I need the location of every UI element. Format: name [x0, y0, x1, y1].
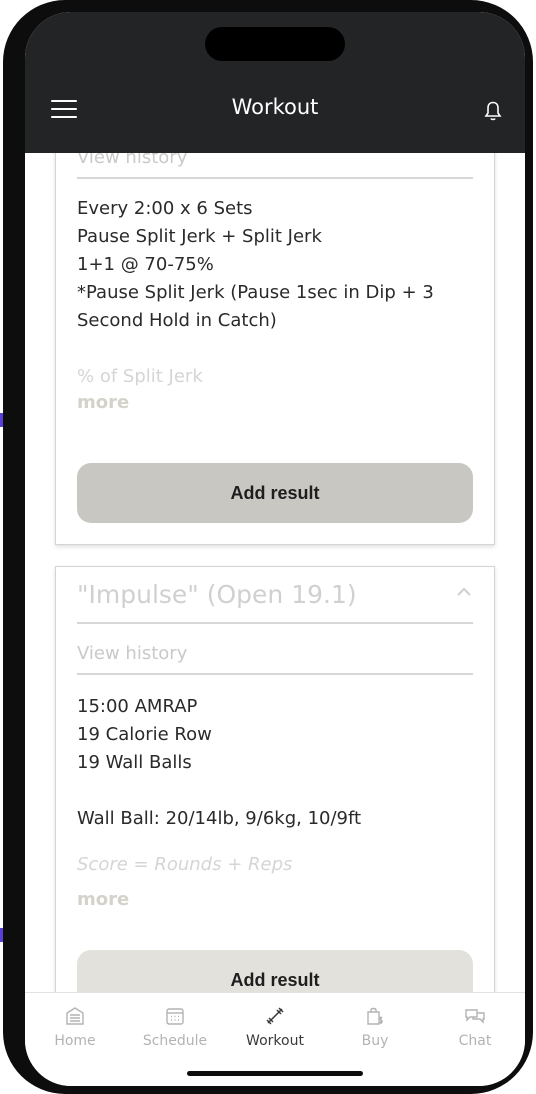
workout-card: View history Every 2:00 x 6 Sets Pause S… — [55, 153, 495, 545]
add-result-button[interactable]: Add result — [77, 463, 473, 523]
tab-label: Workout — [246, 1033, 304, 1049]
home-icon — [66, 1007, 84, 1025]
dynamic-island — [205, 27, 345, 61]
workout-feed[interactable]: View history Every 2:00 x 6 Sets Pause S… — [25, 153, 525, 992]
tab-workout[interactable]: Workout — [225, 1005, 325, 1049]
view-history-link[interactable]: View history — [77, 643, 473, 675]
description-line: 19 Calorie Row — [77, 724, 212, 745]
card-header[interactable]: "Impulse" (Open 19.1) — [77, 567, 473, 624]
faded-description-line: % of Split Jerk — [77, 366, 203, 387]
shopping-bag-icon — [367, 1007, 383, 1025]
more-link[interactable]: more — [77, 392, 129, 413]
home-indicator[interactable] — [187, 1071, 363, 1076]
tab-label: Buy — [361, 1033, 389, 1049]
description-line — [77, 777, 477, 805]
add-result-button[interactable]: Add result — [77, 950, 473, 992]
dumbbell-icon — [266, 1007, 284, 1025]
tab-label: Schedule — [142, 1033, 208, 1049]
more-link[interactable]: more — [77, 889, 129, 910]
phone-frame: Workout View history Every 2:00 x 6 Sets… — [3, 0, 533, 1094]
chevron-up-icon[interactable] — [455, 586, 473, 598]
description-line: Pause Split Jerk + Split Jerk — [77, 226, 322, 247]
tab-buy[interactable]: Buy — [325, 1005, 425, 1049]
tab-schedule[interactable]: Schedule — [125, 1005, 225, 1049]
description-line: 15:00 AMRAP — [77, 696, 198, 717]
faded-description-line: Score = Rounds + Reps — [77, 854, 293, 875]
page-title: Workout — [231, 95, 319, 119]
tab-label: Chat — [458, 1033, 492, 1049]
description-line: 19 Wall Balls — [77, 752, 192, 773]
view-history-link[interactable]: View history — [77, 153, 473, 179]
workout-card: "Impulse" (Open 19.1) View history 15:00… — [55, 566, 495, 992]
description-line: Wall Ball: 20/14lb, 9/6kg, 10/9ft — [77, 808, 362, 829]
tab-chat[interactable]: Chat — [425, 1005, 525, 1049]
calendar-icon — [166, 1008, 184, 1025]
description-line: *Pause Split Jerk (Pause 1sec in Dip + 3… — [77, 282, 434, 331]
description-line: 1+1 @ 70-75% — [77, 254, 214, 275]
workout-title: "Impulse" (Open 19.1) — [77, 580, 357, 609]
app-screen: Workout View history Every 2:00 x 6 Sets… — [25, 12, 525, 1086]
chat-icon — [465, 1009, 485, 1024]
bell-icon[interactable] — [483, 100, 503, 122]
workout-description: Every 2:00 x 6 Sets Pause Split Jerk + S… — [77, 195, 477, 335]
workout-description: 15:00 AMRAP 19 Calorie Row 19 Wall Balls… — [77, 693, 477, 833]
tab-home[interactable]: Home — [25, 1005, 125, 1049]
description-line: Every 2:00 x 6 Sets — [77, 198, 253, 219]
tab-label: Home — [54, 1033, 96, 1049]
